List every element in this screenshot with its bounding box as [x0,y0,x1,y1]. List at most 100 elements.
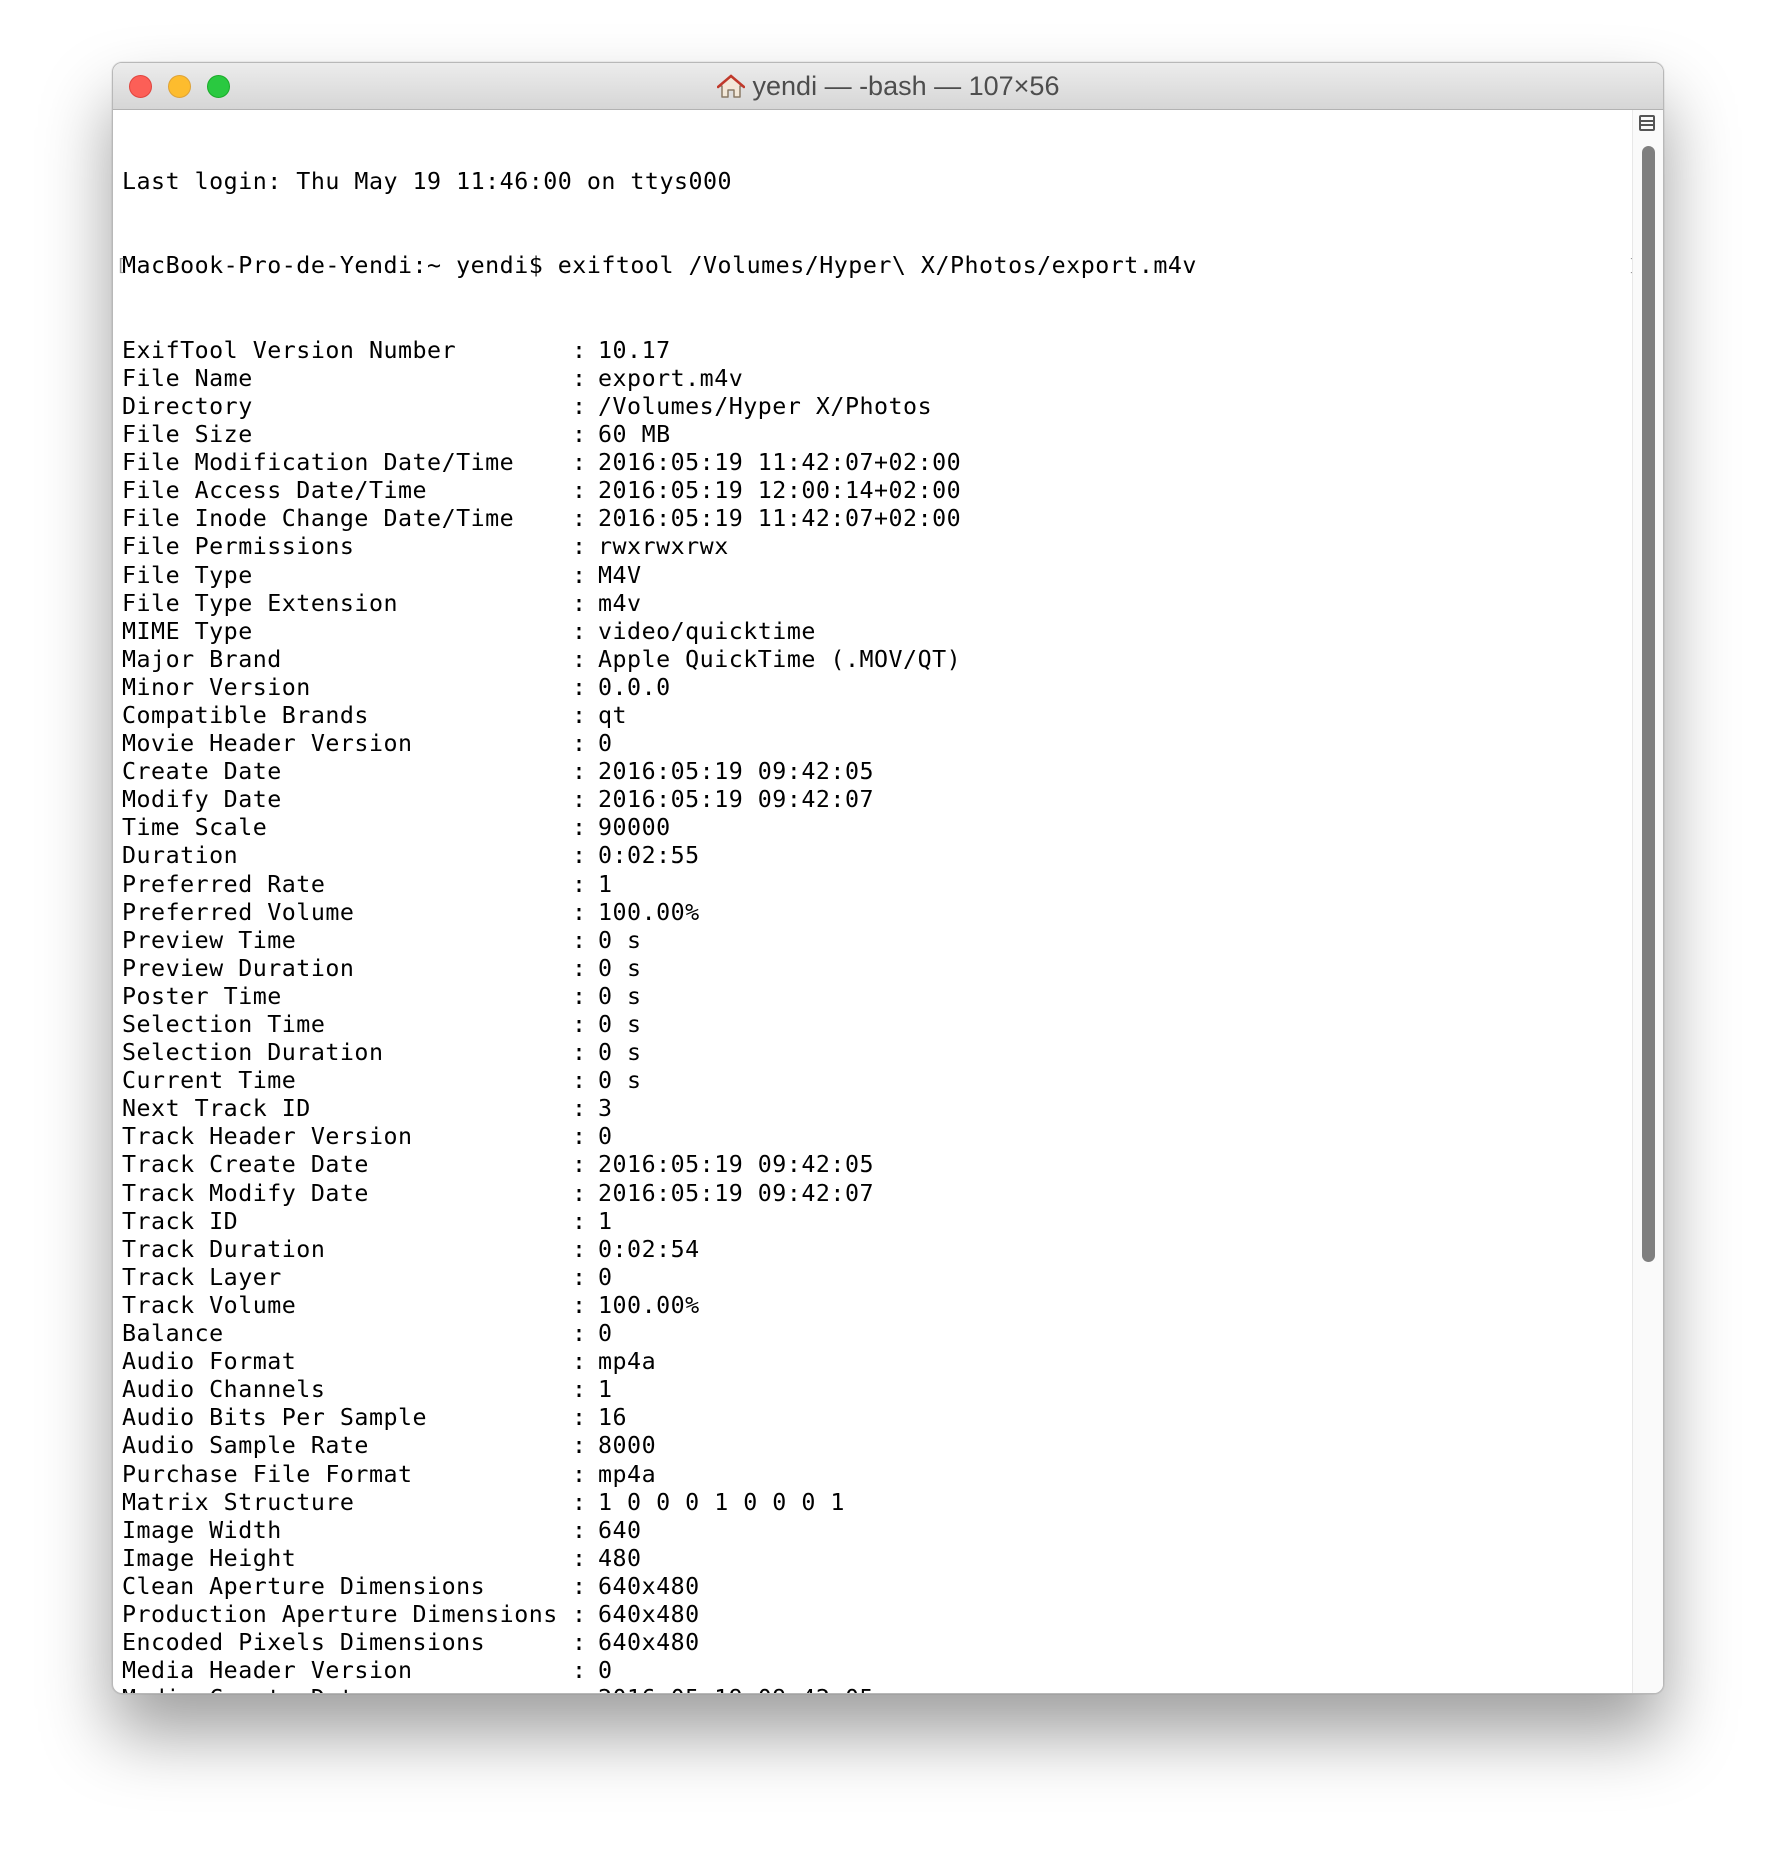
exif-key: Poster Time [122,982,282,1010]
prompt-line: [ MacBook-Pro-de-Yendi:~ yendi$ exiftool… [116,252,1638,280]
exif-value: 2016:05:19 09:42:07 [598,1179,874,1207]
exif-row: Audio Sample Rate:8000 [122,1432,1633,1460]
exif-value: 0:02:55 [598,842,700,870]
exif-value: M4V [598,561,642,589]
exif-separator: : [572,730,587,758]
exif-value: 90000 [598,814,671,842]
exif-key: File Type Extension [122,589,398,617]
exif-separator: : [572,1179,587,1207]
exif-row: Preferred Volume:100.00% [122,899,1633,927]
exif-key: Audio Bits Per Sample [122,1404,428,1432]
exif-row: Track Create Date:2016:05:19 09:42:05 [122,1151,1633,1179]
exif-key: File Permissions [122,533,355,561]
exif-value: 2016:05:19 11:42:07+02:00 [598,449,962,477]
exif-value: 640x480 [598,1600,700,1628]
exif-value: 0 s [598,982,642,1010]
exif-key: Movie Header Version [122,730,413,758]
exif-row: File Type Extension: m4v [122,590,1633,618]
exif-value: 0 [598,1320,613,1348]
exif-row: Image Width:640 [122,1517,1633,1545]
exif-value: mp4a [598,1460,657,1488]
exif-key: Track ID [122,1207,239,1235]
exif-key: ExifTool Version Number [122,336,457,364]
exif-separator: : [572,842,587,870]
exif-key: Directory [122,392,253,420]
exif-key: Preferred Volume [122,898,355,926]
exif-value: 2016:05:19 09:42:07 [598,786,874,814]
exif-row: Preview Time:0 s [122,927,1633,955]
exif-key: Track Layer [122,1263,282,1291]
exif-key: Duration [122,842,239,870]
exif-key: Time Scale [122,814,268,842]
home-icon [716,74,745,98]
exif-separator: : [572,336,587,364]
exif-value: 640x480 [598,1572,700,1600]
exif-row: Media Create Date:2016:05:19 09:42:05 [122,1685,1633,1693]
exif-value: qt [598,701,628,729]
exif-separator: : [572,1629,587,1657]
exif-key: Modify Date [122,786,282,814]
exif-separator: : [572,1600,587,1628]
exif-row: Preview Duration:0 s [122,955,1633,983]
exif-value: 640x480 [598,1629,700,1657]
exif-value: 0 s [598,1039,642,1067]
exif-row: Directory: /Volumes/Hyper X/Photos [122,393,1633,421]
exif-key: Media Create Date [122,1685,572,1693]
exif-key: File Modification Date/Time [122,449,515,477]
exif-row: Movie Header Version:0 [122,730,1633,758]
exif-separator: : [572,392,587,420]
exif-separator: : [572,1291,587,1319]
exif-row: Audio Bits Per Sample:16 [122,1404,1633,1432]
exif-row: Media Header Version:0 [122,1657,1633,1685]
exif-separator: : [572,1207,587,1235]
exif-key: Current Time [122,1067,297,1095]
exif-row: Track Header Version:0 [122,1123,1633,1151]
exif-separator: : [572,673,587,701]
list-menu-icon[interactable] [1639,115,1655,131]
exif-key: Image Width [122,1516,282,1544]
exif-row: Encoded Pixels Dimensions:640x480 [122,1629,1633,1657]
window-title: yendi — -bash — 107×56 [752,70,1060,101]
exif-row: Clean Aperture Dimensions:640x480 [122,1573,1633,1601]
exif-row: Next Track ID:3 [122,1095,1633,1123]
exif-key: Preferred Rate [122,870,326,898]
exif-value: 2016:05:19 09:42:05 [598,1151,874,1179]
exif-value: 0:02:54 [598,1235,700,1263]
exif-row: Duration:0:02:55 [122,842,1633,870]
title-bar[interactable]: yendi — -bash — 107×56 [113,63,1663,110]
exif-separator: : [572,1011,587,1038]
exif-key: Preview Duration [122,954,355,982]
exif-separator: : [572,617,587,645]
exif-row: File Name: export.m4v [122,365,1633,393]
exif-separator: : [572,870,587,898]
exif-separator: : [572,1151,587,1179]
exif-separator: : [572,645,587,673]
exif-key: Preview Time [122,926,297,954]
scrollbar-thumb[interactable] [1642,146,1655,1262]
exif-value: 1 [598,1376,613,1404]
exif-value: 0 [598,1123,613,1151]
vertical-scrollbar[interactable] [1632,110,1663,1693]
exif-separator: : [572,954,587,982]
exif-value: 10.17 [598,336,671,364]
exif-key: Track Duration [122,1235,326,1263]
exif-key: Matrix Structure [122,1488,355,1516]
exif-value: 0 s [598,954,642,982]
exif-row: Time Scale:90000 [122,814,1633,842]
exif-key: Selection Duration [122,1039,384,1067]
exif-row: Purchase File Format: mp4a [122,1461,1633,1489]
exif-row: Track Duration:0:02:54 [122,1236,1633,1264]
exif-value: /Volumes/Hyper X/Photos [598,392,933,420]
exif-value: 60 MB [598,421,671,449]
exif-separator: : [572,1544,587,1572]
mark-bracket-left: [ [116,256,127,277]
exif-key: Audio Channels [122,1376,326,1404]
exif-value: 0 [598,1263,613,1291]
exif-separator: : [572,1488,587,1516]
exif-separator: : [572,982,587,1010]
exif-separator: : [572,898,587,926]
exif-separator: : [572,364,587,392]
exif-row: Create Date:2016:05:19 09:42:05 [122,758,1633,786]
terminal-output[interactable]: Last login: Thu May 19 11:46:00 on ttys0… [113,110,1638,1693]
exif-value: 100.00% [598,898,700,926]
